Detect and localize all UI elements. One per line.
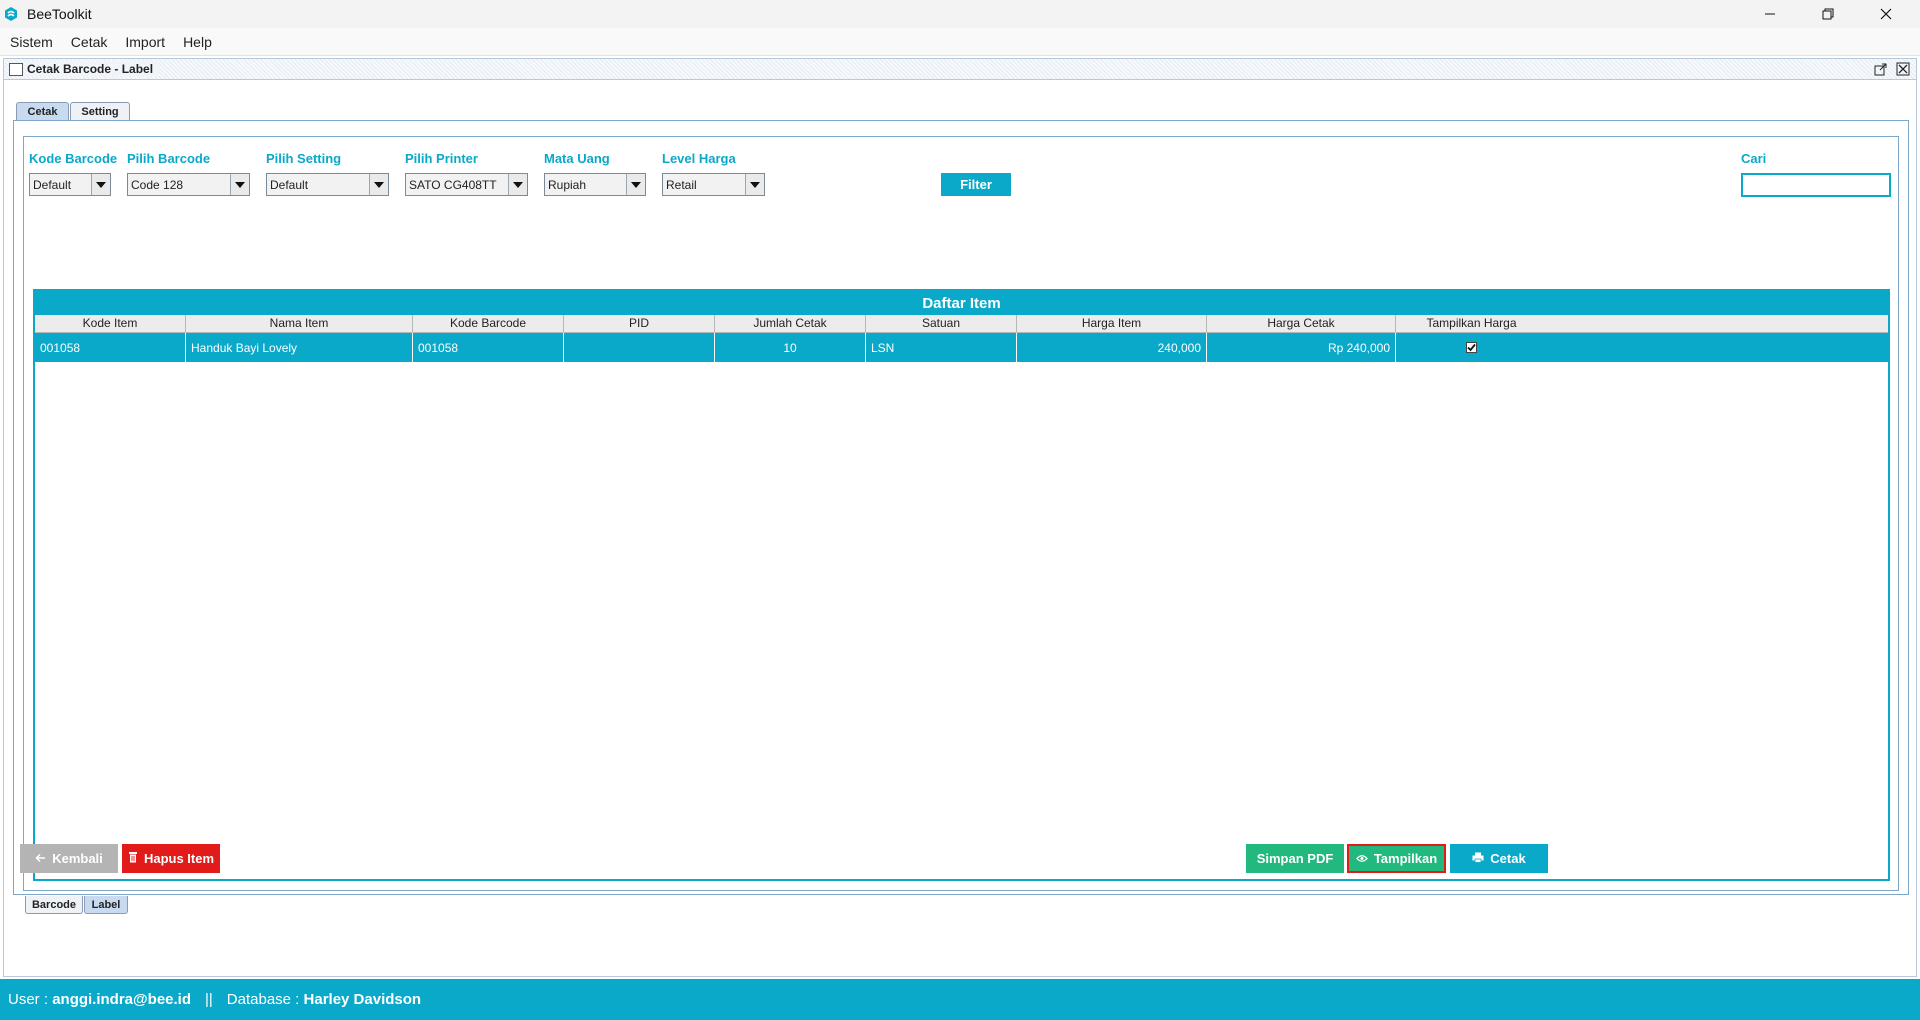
tampilkan-harga-checkbox[interactable] <box>1466 342 1477 353</box>
cell-kode-barcode[interactable]: 001058 <box>413 333 564 362</box>
col-nama-item[interactable]: Nama Item <box>186 315 413 332</box>
printer-icon <box>1472 851 1484 866</box>
internal-frame-header: Cetak Barcode - Label <box>3 58 1917 80</box>
level-harga-select[interactable]: Retail <box>662 173 765 196</box>
frame-title: Cetak Barcode - Label <box>27 62 160 76</box>
cell-tampilkan-harga <box>1396 333 1547 362</box>
tampilkan-button[interactable]: Tampilkan <box>1347 844 1446 873</box>
pilih-printer-label: Pilih Printer <box>405 151 478 166</box>
database-value: Harley Davidson <box>303 991 422 1008</box>
menu-help[interactable]: Help <box>174 34 221 50</box>
kode-barcode-select[interactable]: Default <box>29 173 111 196</box>
cetak-button[interactable]: Cetak <box>1450 844 1548 873</box>
cell-kode-item[interactable]: 001058 <box>35 333 186 362</box>
menu-bar: Sistem Cetak Import Help <box>0 28 1920 56</box>
filter-button[interactable]: Filter <box>941 173 1011 196</box>
tab-barcode[interactable]: Barcode <box>25 896 83 914</box>
eye-icon <box>1355 851 1368 866</box>
table-title: Daftar Item <box>35 291 1888 315</box>
chevron-down-icon <box>508 174 527 195</box>
cell-pid[interactable] <box>564 333 715 362</box>
daftar-item-table: Daftar Item Kode Item Nama Item Kode Bar… <box>33 289 1890 881</box>
cell-harga-item[interactable]: 240,000 <box>1017 333 1207 362</box>
frame-close-icon[interactable] <box>1896 62 1910 76</box>
kode-barcode-label: Kode Barcode <box>29 151 118 166</box>
col-harga-item[interactable]: Harga Item <box>1017 315 1207 332</box>
pilih-setting-label: Pilih Setting <box>266 151 342 166</box>
tab-setting[interactable]: Setting <box>70 102 130 120</box>
table-row[interactable]: 001058 Handuk Bayi Lovely 001058 10 LSN … <box>35 333 1888 362</box>
table-header: Kode Item Nama Item Kode Barcode PID Jum… <box>35 315 1888 333</box>
simpan-pdf-button[interactable]: Simpan PDF <box>1246 844 1344 873</box>
col-kode-barcode[interactable]: Kode Barcode <box>413 315 564 332</box>
title-bar: BeeToolkit <box>0 0 1920 28</box>
cell-harga-cetak[interactable]: Rp 240,000 <box>1207 333 1396 362</box>
col-pid[interactable]: PID <box>564 315 715 332</box>
tab-label[interactable]: Label <box>84 896 128 914</box>
status-separator: || <box>205 991 213 1008</box>
chevron-down-icon <box>369 174 388 195</box>
pilih-setting-select[interactable]: Default <box>266 173 389 196</box>
col-harga-cetak[interactable]: Harga Cetak <box>1207 315 1396 332</box>
col-kode-item[interactable]: Kode Item <box>35 315 186 332</box>
cell-nama-item[interactable]: Handuk Bayi Lovely <box>186 333 413 362</box>
tab-cetak[interactable]: Cetak <box>16 102 69 120</box>
col-jumlah-cetak[interactable]: Jumlah Cetak <box>715 315 866 332</box>
menu-import[interactable]: Import <box>116 34 174 50</box>
cari-label: Cari <box>1741 151 1767 166</box>
chevron-down-icon <box>745 174 764 195</box>
status-bar: User : anggi.indra@bee.id || Database : … <box>0 979 1920 1020</box>
hapus-item-button[interactable]: Hapus Item <box>122 844 220 873</box>
kembali-button[interactable]: Kembali <box>20 844 118 873</box>
minimize-icon[interactable] <box>1742 0 1798 28</box>
database-label: Database : <box>226 991 300 1008</box>
col-satuan[interactable]: Satuan <box>866 315 1017 332</box>
cell-jumlah-cetak[interactable]: 10 <box>715 333 866 362</box>
restore-icon[interactable] <box>1800 0 1856 28</box>
mata-uang-select[interactable]: Rupiah <box>544 173 646 196</box>
filter-panel: Kode Barcode Default Pilih Barcode Code … <box>23 136 1899 891</box>
chevron-down-icon <box>91 174 110 195</box>
pilih-barcode-select[interactable]: Code 128 <box>127 173 250 196</box>
pilih-printer-select[interactable]: SATO CG408TT <box>405 173 528 196</box>
arrow-left-icon <box>35 851 46 866</box>
frame-restore-icon[interactable] <box>1874 62 1888 76</box>
app-title: BeeToolkit <box>27 6 92 22</box>
user-value: anggi.indra@bee.id <box>52 991 191 1008</box>
user-label: User : <box>8 991 49 1008</box>
trash-icon <box>128 851 138 866</box>
chevron-down-icon <box>626 174 645 195</box>
cari-input[interactable] <box>1741 173 1891 197</box>
menu-cetak[interactable]: Cetak <box>62 34 117 50</box>
frame-body: Cetak Setting Kode Barcode Default Pilih… <box>3 80 1917 977</box>
mata-uang-label: Mata Uang <box>544 151 610 166</box>
cell-satuan[interactable]: LSN <box>866 333 1017 362</box>
menu-sistem[interactable]: Sistem <box>0 34 62 50</box>
frame-window-icon <box>9 62 23 76</box>
level-harga-label: Level Harga <box>662 151 736 166</box>
pilih-barcode-label: Pilih Barcode <box>127 151 211 166</box>
col-tampilkan-harga[interactable]: Tampilkan Harga <box>1396 315 1547 332</box>
chevron-down-icon <box>230 174 249 195</box>
close-icon[interactable] <box>1858 0 1914 28</box>
bee-logo-icon <box>4 6 20 22</box>
